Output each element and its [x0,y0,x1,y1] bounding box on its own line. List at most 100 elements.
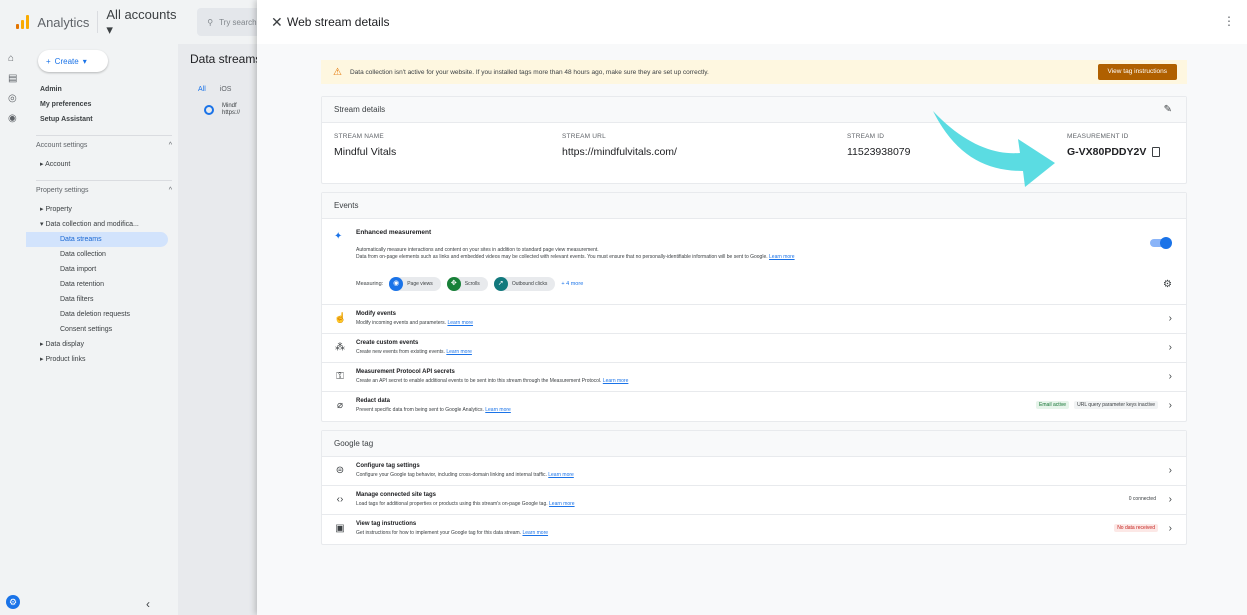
nav-property-label: Property [45,206,72,213]
enhanced-measurement-desc: Automatically measure interactions and c… [356,247,795,261]
nav-product-links[interactable]: ▸ Product links [26,352,178,367]
analytics-logo-icon [16,15,29,29]
no-data-badge: No data received [1114,524,1158,532]
nav-admin[interactable]: Admin [26,82,178,97]
edit-pencil-icon[interactable]: ✎ [1164,97,1172,123]
stream-details-title: Stream details [334,105,386,114]
row-desc: Get instructions for how to implement yo… [356,530,548,536]
chevron-right-icon: › [1168,494,1172,505]
chevron-down-icon: ▾ [82,56,87,66]
nav-data-display-label: Data display [45,341,84,348]
copy-icon[interactable] [1152,147,1161,158]
events-card: Events ✦ Enhanced measurement Automatica… [321,192,1187,422]
row-desc: Prevent specific data from being sent to… [356,407,511,413]
em-desc-line1: Automatically measure interactions and c… [356,247,599,253]
tab-ios[interactable]: iOS [220,86,232,93]
nav-data-collection-label: Data collection and modifica... [45,221,139,228]
property-settings-header[interactable]: Property settings ^ [36,180,172,198]
nav-data-collection-modification[interactable]: ▾ Data collection and modifica... [26,217,178,232]
nav-data-display[interactable]: ▸ Data display [26,337,178,352]
learn-more-link[interactable]: Learn more [548,472,574,478]
chevron-right-icon: › [1168,400,1172,411]
learn-more-link[interactable]: Learn more [603,378,629,384]
admin-nav: + Create ▾ Admin My preferences Setup As… [26,44,178,615]
nav-my-preferences[interactable]: My preferences [26,97,178,112]
list-item-redact-data[interactable]: ⌀ Redact data Prevent specific data from… [322,392,1186,421]
nav-data-import[interactable]: Data import [26,262,178,277]
row-desc: Create new events from existing events. … [356,349,472,355]
row-desc: Modify incoming events and parameters. L… [356,320,473,326]
chevron-right-icon: › [1168,523,1172,534]
nav-data-collection[interactable]: Data collection [26,247,178,262]
measuring-label: Measuring: [356,281,384,287]
admin-gear-icon[interactable]: ⚙ [6,595,20,609]
code-icon: ‹› [336,494,344,505]
learn-more-link[interactable]: Learn more [485,407,511,413]
plus-icon: + [46,56,51,66]
touch-icon: ☝ [334,313,347,324]
account-picker[interactable]: All accounts ▾ [106,7,183,38]
home-icon[interactable]: ⌂ [8,54,18,64]
chip-outbound-clicks: ➚ Outbound clicks [493,277,556,291]
row-title: Create custom events [356,340,419,346]
close-icon[interactable]: ✕ [271,14,283,31]
scroll-icon: ✥ [446,277,461,291]
row-title: Configure tag settings [356,463,420,469]
nav-property[interactable]: ▸ Property [26,202,178,217]
measurement-id-value[interactable]: G-VX80PDDY2V [1067,146,1146,158]
stream-id-field: STREAM ID 11523938079 [847,133,910,158]
nav-data-deletion-requests[interactable]: Data deletion requests [26,307,178,322]
stream-name-field: STREAM NAME Mindful Vitals [334,133,396,158]
nav-data-retention[interactable]: Data retention [26,277,178,292]
learn-more-link[interactable]: Learn more [522,530,548,536]
reports-icon[interactable]: ▤ [8,74,18,84]
enhanced-measurement-toggle[interactable] [1150,237,1172,249]
row-desc-text: Load tags for additional properties or p… [356,501,548,507]
stream-name-label: STREAM NAME [334,133,384,140]
chevron-right-icon: › [1168,465,1172,476]
view-tag-instructions-button[interactable]: View tag instructions [1097,64,1177,80]
chevron-right-icon: › [1168,313,1172,324]
stream-item-name: Mindf [222,103,237,109]
search-input[interactable]: ⚲ Try search [197,8,257,36]
nav-setup-assistant[interactable]: Setup Assistant [26,112,178,127]
stream-list-item[interactable]: Mindf https:// [204,103,257,117]
more-link[interactable]: + 4 more [561,281,583,287]
account-settings-header[interactable]: Account settings ^ [36,135,172,153]
tab-all[interactable]: All [198,86,206,93]
nav-data-streams[interactable]: Data streams [26,232,168,247]
learn-more-link[interactable]: Learn more [769,254,795,260]
row-desc-text: Modify incoming events and parameters. [356,320,447,326]
stream-item-url: https:// [222,110,241,116]
nav-data-filters[interactable]: Data filters [26,292,178,307]
list-item-modify-events[interactable]: ☝ Modify events Modify incoming events a… [322,305,1186,334]
more-vert-icon[interactable]: ⋮ [1223,14,1235,28]
explore-icon[interactable]: ◎ [8,94,18,104]
create-button[interactable]: + Create ▾ [38,50,108,72]
create-label: Create [54,56,79,66]
list-item-configure-tag-settings[interactable]: ⊜ Configure tag settings Configure your … [322,457,1186,486]
list-item-view-tag-instructions[interactable]: ▣ View tag instructions Get instructions… [322,515,1186,544]
list-item-manage-connected-site-tags[interactable]: ‹› Manage connected site tags Load tags … [322,486,1186,515]
advertising-icon[interactable]: ◉ [8,114,18,124]
google-tag-card: Google tag ⊜ Configure tag settings Conf… [321,430,1187,545]
learn-more-link[interactable]: Learn more [447,320,473,326]
em-desc-line2: Data from on-page elements such as links… [356,254,795,261]
collapse-nav-icon[interactable]: ‹ [146,597,150,611]
sparkle-icon: ✦ [334,231,343,242]
gear-icon[interactable]: ⚙ [1163,279,1172,290]
row-desc-text: Configure your Google tag behavior, incl… [356,472,547,478]
row-desc: Load tags for additional properties or p… [356,501,575,507]
chevron-right-icon: › [1168,342,1172,353]
learn-more-link[interactable]: Learn more [446,349,472,355]
nav-consent-settings[interactable]: Consent settings [26,322,178,337]
stream-item-text: Mindf https:// [222,103,240,117]
nav-account[interactable]: ▸ Account [26,157,178,172]
list-item-create-custom-events[interactable]: ⁂ Create custom events Create new events… [322,334,1186,363]
icon-rail: ⌂ ▤ ◎ ◉ ⚙ [0,44,26,615]
warning-icon: ⚠ [333,66,342,78]
learn-more-link[interactable]: Learn more [549,501,575,507]
data-streams-panel: Data streams All iOS Mindf https:// [178,44,261,615]
list-item-measurement-protocol[interactable]: ⚿ Measurement Protocol API secrets Creat… [322,363,1186,392]
em-desc-line2-text: Data from on-page elements such as links… [356,254,768,260]
